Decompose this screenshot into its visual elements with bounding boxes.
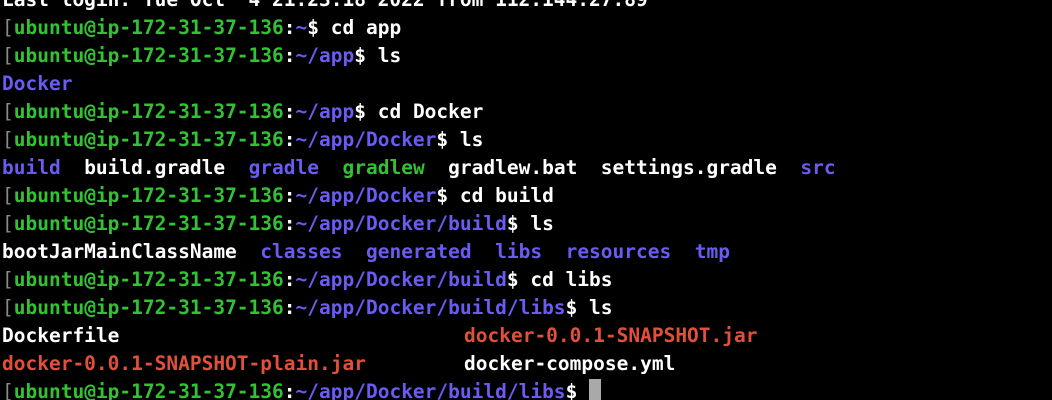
prompt-command: cd libs bbox=[530, 268, 613, 291]
prompt-dollar: $ bbox=[506, 268, 531, 291]
prompt-dollar: $ bbox=[307, 16, 331, 39]
prompt-command: ls bbox=[589, 296, 613, 319]
prompt-dollar: $ bbox=[436, 184, 460, 207]
prompt-bracket: [ bbox=[2, 44, 14, 67]
prompt-user: ubuntu@ip-172-31-37-136 bbox=[13, 128, 284, 151]
dir-entry: libs bbox=[495, 240, 543, 263]
prompt-bracket: [ bbox=[2, 16, 14, 39]
prompt-colon: : bbox=[283, 212, 296, 235]
prompt-bracket: [ bbox=[2, 100, 14, 123]
prompt-line: [ubuntu@ip-172-31-37-136:~/app/Docker/bu… bbox=[0, 266, 1052, 294]
dir-entry: classes bbox=[260, 240, 343, 263]
file-entry: settings.gradle bbox=[600, 156, 777, 179]
prompt-path: ~/app/Docker bbox=[295, 128, 437, 151]
prompt-path: ~/app/Docker/build bbox=[295, 268, 507, 291]
prompt-command: ls bbox=[377, 44, 402, 67]
prompt-user: ubuntu@ip-172-31-37-136 bbox=[13, 16, 284, 39]
prompt-dollar: $ bbox=[506, 212, 531, 235]
dir-entry: Docker bbox=[2, 72, 73, 95]
prompt-line: [ubuntu@ip-172-31-37-136:~/app/Docker/bu… bbox=[0, 294, 1052, 322]
file-entry: gradlew.bat bbox=[448, 156, 578, 179]
prompt-command: cd app bbox=[330, 16, 402, 39]
prompt-user: ubuntu@ip-172-31-37-136 bbox=[13, 380, 284, 400]
dir-entry: build bbox=[2, 156, 61, 179]
prompt-line: [ubuntu@ip-172-31-37-136:~/app/Docker$ c… bbox=[0, 182, 1052, 210]
prompt-line-active[interactable]: [ubuntu@ip-172-31-37-136:~/app/Docker/bu… bbox=[0, 378, 1052, 400]
dir-entry: gradle bbox=[248, 156, 320, 179]
prompt-line: [ubuntu@ip-172-31-37-136:~/app/Docker/bu… bbox=[0, 210, 1052, 238]
ls-output-libs: docker-0.0.1-SNAPSHOT-plain.jar docker-co… bbox=[0, 350, 1052, 378]
ls-output-app: Docker bbox=[0, 70, 1052, 98]
prompt-bracket: [ bbox=[2, 268, 14, 291]
dir-entry: src bbox=[800, 156, 836, 179]
dir-entry: tmp bbox=[694, 240, 730, 263]
prompt-path: ~/app/Docker/build bbox=[295, 212, 507, 235]
file-entry: build.gradle bbox=[84, 156, 226, 179]
prompt-line: [ubuntu@ip-172-31-37-136:~$ cd app bbox=[0, 14, 1052, 42]
ls-output-libs: Dockerfile docker-0.0.1-SNAPSHOT.jar bbox=[0, 322, 1052, 350]
login-text: Last login: Tue Oct 4 21:23:18 2022 from… bbox=[2, 0, 648, 11]
prompt-bracket: [ bbox=[2, 380, 14, 400]
file-entry: docker-compose.yml bbox=[464, 352, 676, 375]
jar-entry: docker-0.0.1-SNAPSHOT.jar bbox=[464, 324, 758, 347]
prompt-user: ubuntu@ip-172-31-37-136 bbox=[13, 212, 284, 235]
prompt-colon: : bbox=[283, 16, 296, 39]
prompt-colon: : bbox=[283, 268, 296, 291]
prompt-bracket: [ bbox=[2, 296, 14, 319]
dir-entry: resources bbox=[565, 240, 672, 263]
prompt-colon: : bbox=[283, 44, 296, 67]
prompt-user: ubuntu@ip-172-31-37-136 bbox=[13, 296, 284, 319]
prompt-user: ubuntu@ip-172-31-37-136 bbox=[13, 100, 284, 123]
prompt-command: cd Docker bbox=[377, 100, 484, 123]
prompt-colon: : bbox=[283, 128, 296, 151]
prompt-command: ls bbox=[459, 128, 484, 151]
prompt-dollar: $ bbox=[354, 100, 378, 123]
terminal-window[interactable]: Last login: Tue Oct 4 21:23:18 2022 from… bbox=[0, 0, 1052, 400]
prompt-path: ~/app/Docker bbox=[295, 184, 437, 207]
prompt-command: ls bbox=[530, 212, 554, 235]
prompt-colon: : bbox=[283, 296, 296, 319]
prompt-dollar: $ bbox=[565, 296, 590, 319]
file-entry: Dockerfile bbox=[2, 324, 120, 347]
jar-entry: docker-0.0.1-SNAPSHOT-plain.jar bbox=[2, 352, 366, 375]
prompt-path: ~/app/Docker/build/libs bbox=[295, 296, 566, 319]
prompt-user: ubuntu@ip-172-31-37-136 bbox=[13, 184, 284, 207]
ls-output-docker: build build.gradle gradle gradlew gradle… bbox=[0, 154, 1052, 182]
prompt-colon: : bbox=[283, 100, 296, 123]
prompt-path: ~/app bbox=[295, 100, 355, 123]
prompt-bracket: [ bbox=[2, 128, 14, 151]
prompt-user: ubuntu@ip-172-31-37-136 bbox=[13, 268, 284, 291]
ls-output-build: bootJarMainClassName classes generated l… bbox=[0, 238, 1052, 266]
text-cursor[interactable] bbox=[589, 379, 602, 400]
prompt-dollar: $ bbox=[565, 380, 590, 400]
prompt-user: ubuntu@ip-172-31-37-136 bbox=[13, 44, 284, 67]
prompt-command: cd build bbox=[459, 184, 554, 207]
terminal-screen: Last login: Tue Oct 4 21:23:18 2022 from… bbox=[0, 0, 1052, 400]
prompt-bracket: [ bbox=[2, 212, 14, 235]
prompt-line: [ubuntu@ip-172-31-37-136:~/app$ ls bbox=[0, 42, 1052, 70]
prompt-colon: : bbox=[283, 380, 296, 400]
prompt-line: [ubuntu@ip-172-31-37-136:~/app$ cd Docke… bbox=[0, 98, 1052, 126]
dir-entry: generated bbox=[365, 240, 472, 263]
prompt-bracket: [ bbox=[2, 184, 14, 207]
prompt-path: ~ bbox=[295, 16, 308, 39]
prompt-path: ~/app/Docker/build/libs bbox=[295, 380, 566, 400]
prompt-line: [ubuntu@ip-172-31-37-136:~/app/Docker$ l… bbox=[0, 126, 1052, 154]
exec-entry: gradlew bbox=[342, 156, 425, 179]
login-line: Last login: Tue Oct 4 21:23:18 2022 from… bbox=[0, 0, 1052, 14]
prompt-dollar: $ bbox=[436, 128, 460, 151]
prompt-dollar: $ bbox=[354, 44, 378, 67]
file-entry: bootJarMainClassName bbox=[2, 240, 237, 263]
prompt-path: ~/app bbox=[295, 44, 355, 67]
prompt-colon: : bbox=[283, 184, 296, 207]
